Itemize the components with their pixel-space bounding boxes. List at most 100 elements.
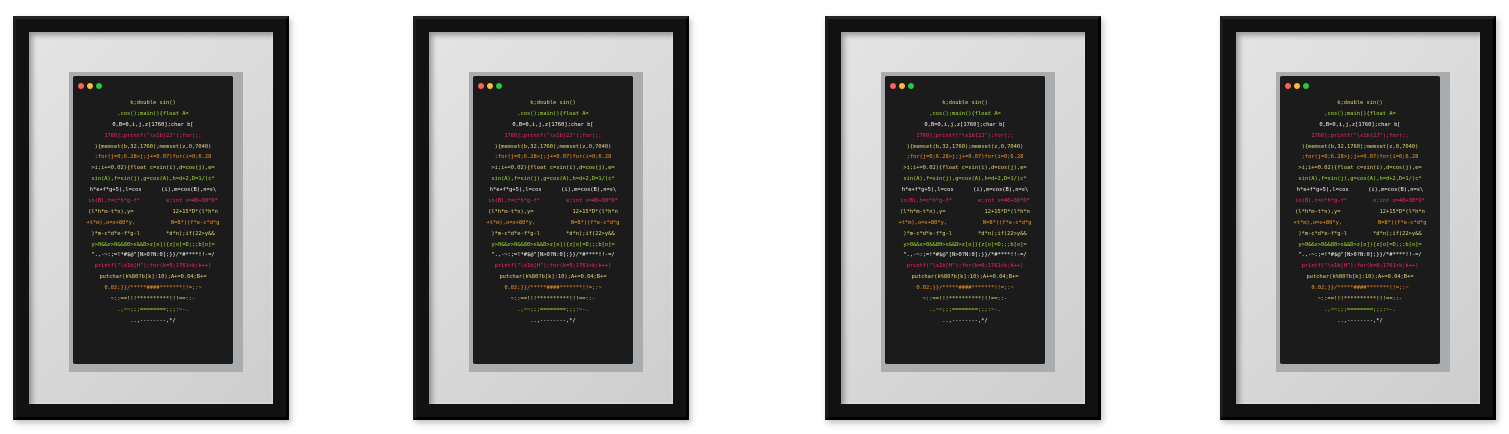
- code-line: 1760];printf("\x1b[2J");for(;;: [916, 132, 1014, 139]
- code-window: k;double sin() ,cos();main(){float A= 0,B=…: [473, 76, 633, 364]
- code-line: ".,-~:;=!*#$@"[N>0?N:0];}}/*#****!!-=/: [1298, 252, 1422, 259]
- code-line: ~::==!!!**********!!!==::-: [1317, 296, 1403, 303]
- code-line: ".,-~:;=!*#$@"[N>0?N:0];}}/*#****!!-=/: [903, 252, 1027, 259]
- code-line: 0.02;}}/*****####*******!!=;:~: [104, 285, 202, 292]
- code-line: in(B),t=c*h*g-f* e;int x=40+30*D*: [1295, 198, 1425, 205]
- mat-bevel: k;double sin() ,cos();main(){float A= 0,B=…: [881, 72, 1055, 372]
- code-line: ..,--------,*/: [130, 317, 176, 324]
- code-line: .,~~;;;========;;;:~-.: [117, 306, 189, 313]
- gallery-scene: k;double sin() ,cos();main(){float A= 0,B=…: [0, 0, 1509, 434]
- code-line: >i;i+=0.02){float c=sin(i),d=cos(j),e=: [903, 165, 1027, 172]
- code-line: )*m-c*d*e-f*g-l *d*n);if(22>y&&: [1298, 230, 1422, 237]
- mat-bevel: k;double sin() ,cos();main(){float A= 0,B=…: [469, 72, 643, 372]
- code-line: printf("\x1b[H");for(k=0;1761>k;k++): [94, 263, 212, 270]
- code-line: h*e+f*g+5),l=cos (i),m=cos(B),n=s\: [89, 187, 217, 194]
- code-line: printf("\x1b[H");for(k=0;1761>k;k++): [494, 263, 612, 270]
- close-dot-icon: [78, 83, 84, 89]
- code-line: ){memset(b,32,1760);memset(z,0,7040): [494, 143, 612, 150]
- code-line: ){memset(b,32,1760);memset(z,0,7040): [94, 143, 212, 150]
- code-line: +t*m),o=x+80*y, N=8*((f*e-c*d*g: [86, 219, 220, 226]
- code-line: ~::==!!!**********!!!==::-: [922, 296, 1008, 303]
- window-controls: [890, 83, 914, 89]
- code-line: )*m-c*d*e-f*g-l *d*n);if(22>y&&: [91, 230, 215, 237]
- maximize-dot-icon: [1303, 83, 1309, 89]
- minimize-dot-icon: [1294, 83, 1300, 89]
- mat-bevel: k;double sin() ,cos();main(){float A= 0,B=…: [69, 72, 243, 372]
- code-line: ,cos();main(){float A=: [929, 110, 1001, 117]
- code-line: +t*m),o=x+80*y, N=8*((f*e-c*d*g: [486, 219, 620, 226]
- code-line: sin(A),f=sin(j),g=cos(A),h=d+2,D=1/(c*: [91, 176, 215, 183]
- code-line: +t*m),o=x+80*y, N=8*((f*e-c*d*g: [898, 219, 1032, 226]
- code-line: y>0&&x>0&&80>x&&D>z[o]){z[o]=D;;;b[o]=: [91, 241, 215, 248]
- code-line: ;for(j=0;6.28>j;j+=0.07)for(i=0;6.28: [94, 154, 212, 161]
- close-dot-icon: [890, 83, 896, 89]
- code-line: sin(A),f=sin(j),g=cos(A),h=d+2,D=1/(c*: [1298, 176, 1422, 183]
- code-line: ;for(j=0;6.28>j;j+=0.07)for(i=0;6.28: [494, 154, 612, 161]
- code-line: ){memset(b,32,1760);memset(z,0,7040): [906, 143, 1024, 150]
- code-line: (l*h*m-t*n),y= 12+15*D*(l*h*n: [488, 208, 618, 215]
- code-line: >i;i+=0.02){float c=sin(i),d=cos(j),e=: [91, 165, 215, 172]
- code-line: ..,--------,*/: [1337, 317, 1383, 324]
- code-line: 0,B=0,i,j,z[1760];char b[: [512, 121, 594, 128]
- picture-frame-2: k;double sin() ,cos();main(){float A= 0,B=…: [413, 16, 689, 420]
- code-line: .,~~;;;========;;;:~-.: [1324, 306, 1396, 313]
- minimize-dot-icon: [87, 83, 93, 89]
- minimize-dot-icon: [487, 83, 493, 89]
- close-dot-icon: [478, 83, 484, 89]
- code-line: 0,B=0,i,j,z[1760];char b[: [1319, 121, 1401, 128]
- code-line: printf("\x1b[H");for(k=0;1761>k;k++): [1301, 263, 1419, 270]
- code-line: printf("\x1b[H");for(k=0;1761>k;k++): [906, 263, 1024, 270]
- donut-code: k;double sin() ,cos();main(){float A= 0,B=…: [473, 98, 633, 327]
- code-line: +t*m),o=x+80*y, N=8*((f*e-c*d*g: [1293, 219, 1427, 226]
- window-controls: [78, 83, 102, 89]
- code-line: k;double sin(): [1337, 100, 1383, 106]
- code-line: 0.02;}}/*****####*******!!=;:~: [916, 285, 1014, 292]
- code-window: k;double sin() ,cos();main(){float A= 0,B=…: [885, 76, 1045, 364]
- code-window: k;double sin() ,cos();main(){float A= 0,B=…: [73, 76, 233, 364]
- code-line: 1760];printf("\x1b[2J");for(;;: [104, 132, 202, 139]
- code-line: k;double sin(): [130, 100, 176, 106]
- code-line: putchar(k%80?b[k]:10);A+=0.04;B+=: [499, 274, 607, 281]
- code-line: ".,-~:;=!*#$@"[N>0?N:0];}}/*#****!!-=/: [91, 252, 215, 259]
- code-line: ".,-~:;=!*#$@"[N>0?N:0];}}/*#****!!-=/: [491, 252, 615, 259]
- code-line: k;double sin(): [942, 100, 988, 106]
- code-line: h*e+f*g+5),l=cos (i),m=cos(B),n=s\: [901, 187, 1029, 194]
- close-dot-icon: [1285, 83, 1291, 89]
- maximize-dot-icon: [96, 83, 102, 89]
- code-line: y>0&&x>0&&80>x&&D>z[o]){z[o]=D;;;b[o]=: [491, 241, 615, 248]
- code-line: y>0&&x>0&&80>x&&D>z[o]){z[o]=D;;;b[o]=: [1298, 241, 1422, 248]
- maximize-dot-icon: [908, 83, 914, 89]
- frame-mat: k;double sin() ,cos();main(){float A= 0,B=…: [841, 32, 1085, 404]
- code-line: y>0&&x>0&&80>x&&D>z[o]){z[o]=D;;;b[o]=: [903, 241, 1027, 248]
- code-line: 0,B=0,i,j,z[1760];char b[: [112, 121, 194, 128]
- code-line: in(B),t=c*h*g-f* e;int x=40+30*D*: [488, 198, 618, 205]
- frame-mat: k;double sin() ,cos();main(){float A= 0,B=…: [1236, 32, 1480, 404]
- code-line: putchar(k%80?b[k]:10);A+=0.04;B+=: [1306, 274, 1414, 281]
- code-line: ,cos();main(){float A=: [1324, 110, 1396, 117]
- code-line: ,cos();main(){float A=: [517, 110, 589, 117]
- window-controls: [1285, 83, 1309, 89]
- maximize-dot-icon: [496, 83, 502, 89]
- frame-mat: k;double sin() ,cos();main(){float A= 0,B=…: [429, 32, 673, 404]
- code-line: .,~~;;;========;;;:~-.: [929, 306, 1001, 313]
- code-line: sin(A),f=sin(j),g=cos(A),h=d+2,D=1/(c*: [903, 176, 1027, 183]
- code-line: in(B),t=c*h*g-f* e;int x=40+30*D*: [900, 198, 1030, 205]
- code-line: )*m-c*d*e-f*g-l *d*n);if(22>y&&: [903, 230, 1027, 237]
- picture-frame-1: k;double sin() ,cos();main(){float A= 0,B=…: [13, 16, 289, 420]
- mat-bevel: k;double sin() ,cos();main(){float A= 0,B=…: [1276, 72, 1450, 372]
- donut-code: k;double sin() ,cos();main(){float A= 0,B=…: [1280, 98, 1440, 327]
- code-line: )*m-c*d*e-f*g-l *d*n);if(22>y&&: [491, 230, 615, 237]
- window-controls: [478, 83, 502, 89]
- code-line: ;for(j=0;6.28>j;j+=0.07)for(i=0;6.28: [906, 154, 1024, 161]
- code-line: ){memset(b,32,1760);memset(z,0,7040): [1301, 143, 1419, 150]
- code-line: (l*h*m-t*n),y= 12+15*D*(l*h*n: [88, 208, 218, 215]
- code-line: (l*h*m-t*n),y= 12+15*D*(l*h*n: [1295, 208, 1425, 215]
- code-line: putchar(k%80?b[k]:10);A+=0.04;B+=: [911, 274, 1019, 281]
- code-line: ~::==!!!**********!!!==::-: [510, 296, 596, 303]
- code-line: h*e+f*g+5),l=cos (i),m=cos(B),n=s\: [489, 187, 617, 194]
- code-line: k;double sin(): [530, 100, 576, 106]
- code-line: 0.02;}}/*****####*******!!=;:~: [1311, 285, 1409, 292]
- code-line: 0,B=0,i,j,z[1760];char b[: [924, 121, 1006, 128]
- picture-frame-3: k;double sin() ,cos();main(){float A= 0,B=…: [825, 16, 1101, 420]
- code-line: ~::==!!!**********!!!==::-: [110, 296, 196, 303]
